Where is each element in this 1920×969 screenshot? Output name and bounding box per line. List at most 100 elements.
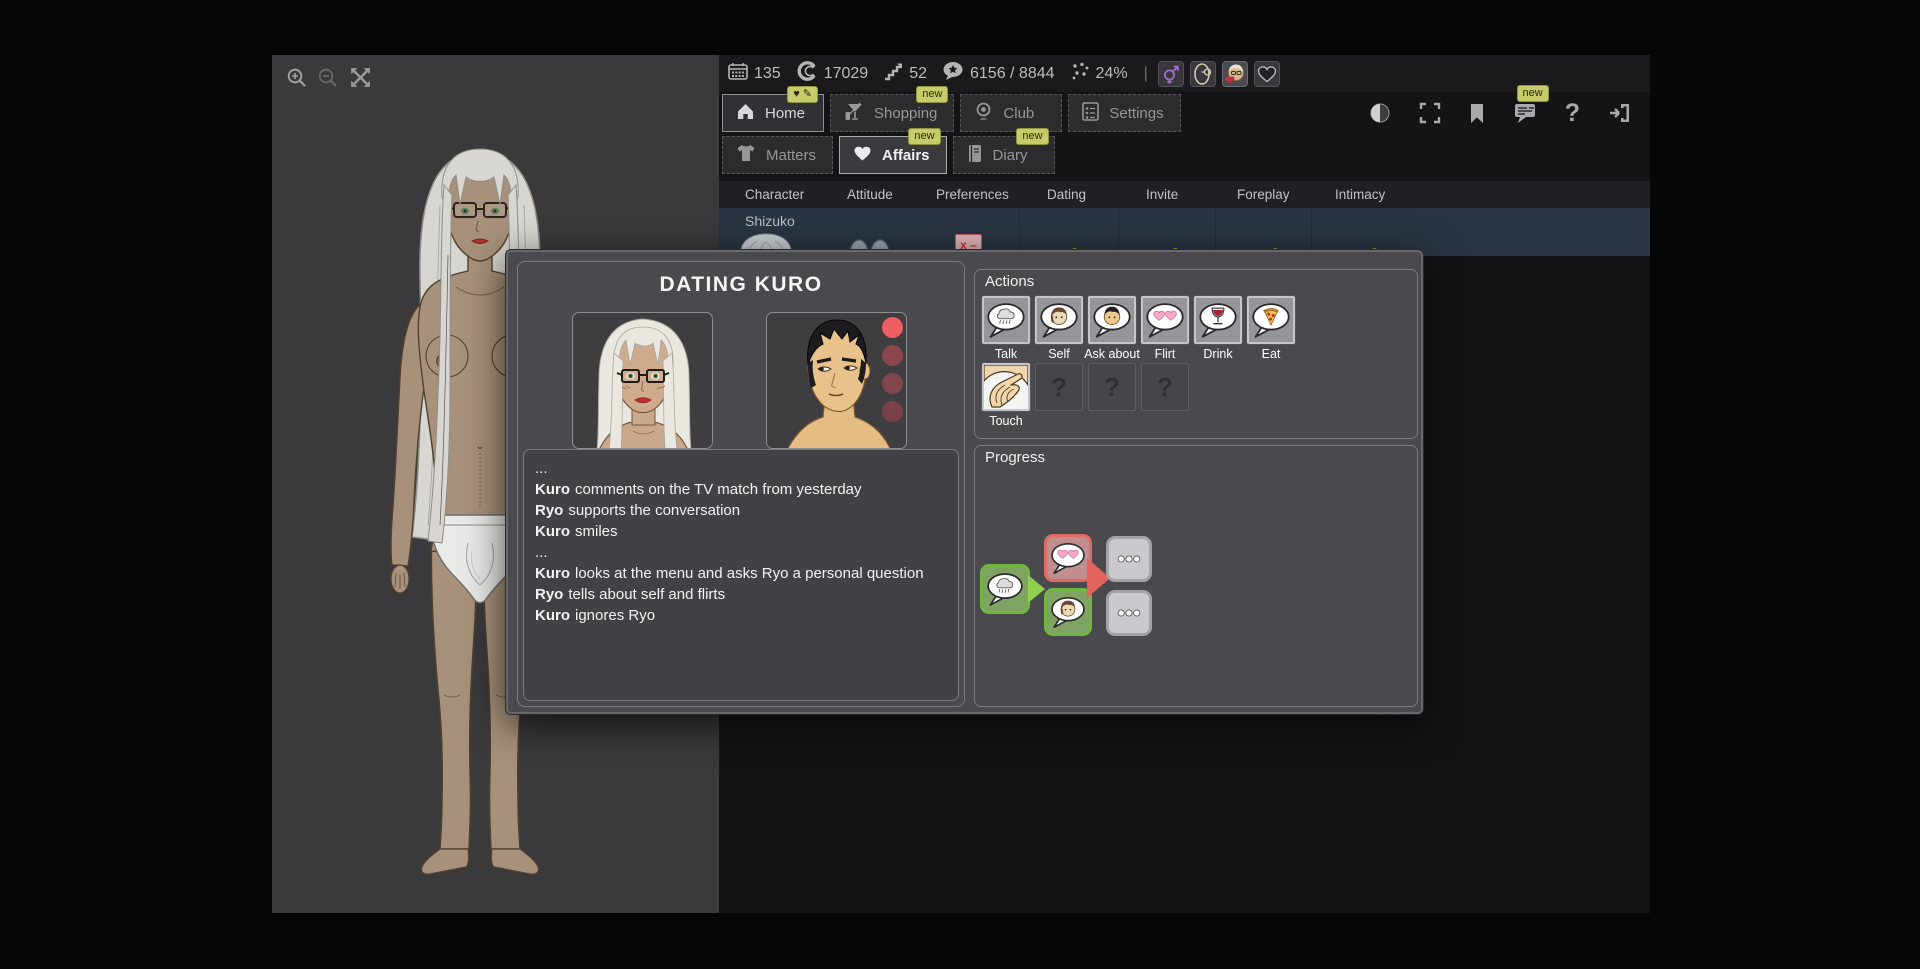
- column-attitude[interactable]: Attitude: [847, 187, 893, 202]
- steps-icon: [883, 62, 903, 86]
- action-drink-label: Drink: [1203, 347, 1232, 361]
- app-root: 135 17029 52 6156 / 8844 24% |: [0, 0, 1920, 969]
- talk-bubble-icon: [986, 302, 1026, 339]
- action-flirt: Flirt: [1141, 296, 1189, 361]
- action-locked-button[interactable]: ?: [1035, 363, 1083, 411]
- action-ask-about-button[interactable]: [1088, 296, 1136, 344]
- tab-settings[interactable]: Settings: [1068, 94, 1180, 132]
- column-invite[interactable]: Invite: [1146, 187, 1178, 202]
- action-eat: Eat: [1247, 296, 1295, 361]
- action-talk-button[interactable]: [982, 296, 1030, 344]
- self-bubble-icon: [1050, 596, 1086, 629]
- chat-icon[interactable]: new: [1513, 102, 1537, 124]
- matters-icon: [736, 144, 756, 166]
- action-flirt-label: Flirt: [1155, 347, 1176, 361]
- dating-dialog: DATING KURO: [506, 250, 1423, 714]
- zoom-in-icon[interactable]: [286, 67, 308, 89]
- ask-bubble-icon: [1092, 302, 1132, 339]
- tab-matters-label: Matters: [766, 147, 816, 164]
- tab-club[interactable]: Club: [960, 94, 1062, 132]
- contrast-icon[interactable]: [1369, 102, 1391, 124]
- dots-icon: [1110, 594, 1148, 632]
- percent-value: 24%: [1096, 65, 1128, 83]
- mood-pips: [882, 317, 903, 422]
- heart-filter-toggle[interactable]: [1254, 61, 1280, 87]
- question-icon: ?: [1104, 372, 1120, 403]
- tab-affairs[interactable]: Affairs new: [839, 136, 947, 174]
- characters-table-header: Character Attitude Preferences Dating In…: [719, 181, 1650, 208]
- column-foreplay[interactable]: Foreplay: [1237, 187, 1290, 202]
- tab-home-badge: ♥ ✎: [787, 86, 818, 103]
- credits-value: 17029: [824, 65, 869, 83]
- tab-affairs-label: Affairs: [882, 147, 930, 164]
- tab-club-label: Club: [1003, 105, 1034, 122]
- action-drink: Drink: [1194, 296, 1242, 361]
- face-outline-toggle[interactable]: [1190, 61, 1216, 87]
- tab-affairs-badge: new: [908, 128, 940, 145]
- progress-panel: Progress: [974, 445, 1418, 707]
- actions-row-1: Talk Self Ask about Flirt Drink: [982, 296, 1295, 361]
- portrait-kuro: [766, 312, 907, 449]
- column-preferences[interactable]: Preferences: [936, 187, 1009, 202]
- action-locked-button[interactable]: ?: [1088, 363, 1136, 411]
- bookmark-icon[interactable]: [1469, 103, 1485, 124]
- action-ask-about: Ask about: [1088, 296, 1136, 361]
- exit-icon[interactable]: [1608, 102, 1632, 124]
- action-talk-label: Talk: [995, 347, 1017, 361]
- tab-shopping-badge: new: [916, 86, 948, 103]
- row-character-name: Shizuko: [745, 213, 795, 229]
- tab-shopping[interactable]: Shopping new: [830, 94, 954, 132]
- zoom-out-icon[interactable]: [317, 67, 339, 89]
- shopping-icon: [844, 102, 864, 125]
- help-icon[interactable]: ?: [1565, 102, 1580, 124]
- action-locked-3: ?: [1141, 363, 1189, 428]
- day-count: 135: [754, 65, 781, 83]
- tab-diary[interactable]: Diary new: [953, 136, 1055, 174]
- action-touch: Touch: [982, 363, 1030, 428]
- log-line: Ryotells about self and flirts: [535, 584, 947, 605]
- secondary-nav: Matters Affairs new Diary new: [722, 136, 1055, 174]
- log-line: Kuroignores Ryo: [535, 605, 947, 626]
- column-divider: [1118, 208, 1119, 256]
- tab-matters[interactable]: Matters: [722, 136, 833, 174]
- tab-home-label: Home: [765, 105, 805, 122]
- eat-bubble-icon: [1251, 302, 1291, 339]
- log-line: Kurocomments on the TV match from yester…: [535, 479, 947, 500]
- mood-pip-active: [882, 317, 903, 338]
- column-intimacy[interactable]: Intimacy: [1335, 187, 1385, 202]
- expand-icon[interactable]: [348, 65, 373, 90]
- face-heart-toggle[interactable]: [1222, 61, 1248, 87]
- dots-icon: [1110, 540, 1148, 578]
- progress-node-unknown-2: [1106, 590, 1152, 636]
- action-flirt-button[interactable]: [1141, 296, 1189, 344]
- touch-hand-icon: [984, 365, 1028, 409]
- steps-value: 52: [909, 65, 927, 83]
- tab-diary-label: Diary: [993, 147, 1028, 164]
- progress-node-flirt: [1044, 534, 1092, 582]
- drink-bubble-icon: [1198, 302, 1238, 339]
- tab-home[interactable]: Home ♥ ✎: [722, 94, 824, 132]
- progress-arrow-green: [1028, 575, 1045, 603]
- action-eat-label: Eat: [1262, 347, 1281, 361]
- tab-settings-label: Settings: [1109, 105, 1163, 122]
- column-character[interactable]: Character: [745, 187, 804, 202]
- portrait-ryo: [572, 312, 713, 449]
- talk-bubble-icon: [986, 572, 1024, 607]
- column-dating[interactable]: Dating: [1047, 187, 1086, 202]
- log-line: Ryosupports the conversation: [535, 500, 947, 521]
- action-self-button[interactable]: [1035, 296, 1083, 344]
- action-drink-button[interactable]: [1194, 296, 1242, 344]
- action-locked-button[interactable]: ?: [1141, 363, 1189, 411]
- question-icon: ?: [1157, 372, 1173, 403]
- action-eat-button[interactable]: [1247, 296, 1295, 344]
- action-locked-1: ?: [1035, 363, 1083, 428]
- fullscreen-icon[interactable]: [1419, 102, 1441, 124]
- log-line: ...: [535, 542, 947, 563]
- action-touch-button[interactable]: [982, 363, 1030, 411]
- gender-filter-toggle[interactable]: [1158, 61, 1184, 87]
- score-value: 6156 / 8844: [970, 65, 1055, 83]
- action-talk: Talk: [982, 296, 1030, 361]
- character-row-shizuko[interactable]: Shizuko x –: [719, 208, 1650, 256]
- actions-title: Actions: [985, 273, 1034, 290]
- column-divider: [1215, 208, 1216, 256]
